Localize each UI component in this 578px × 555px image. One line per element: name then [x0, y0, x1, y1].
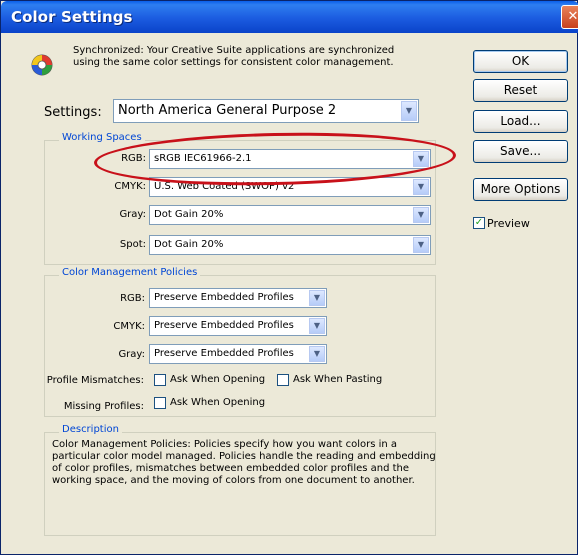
chevron-down-icon[interactable]: ▼ — [413, 207, 429, 223]
chevron-down-icon[interactable]: ▼ — [309, 346, 325, 362]
cmyk-workspace-value: U.S. Web Coated (SWOP) v2 — [154, 181, 295, 192]
gray-policy-label: Gray: — [118, 349, 145, 360]
title-bar[interactable]: Color Settings ✕ — [1, 1, 578, 33]
rgb-policy-value: Preserve Embedded Profiles — [154, 292, 294, 303]
preview-checkbox[interactable]: ✓ — [473, 217, 485, 229]
spot-workspace-label: Spot: — [119, 239, 146, 250]
rgb-policy-label: RGB: — [120, 293, 145, 304]
window-title: Color Settings — [11, 8, 133, 26]
chevron-down-icon[interactable]: ▼ — [309, 318, 325, 334]
working-spaces-legend: Working Spaces — [59, 132, 145, 143]
close-icon[interactable]: ✕ — [561, 5, 578, 29]
sync-status-icon — [31, 54, 53, 76]
rgb-workspace-select[interactable]: sRGB IEC61966-2.1 ▼ — [149, 149, 431, 169]
color-settings-dialog: Color Settings ✕ Synchronized: Your Crea… — [0, 0, 578, 555]
rgb-workspace-label: RGB: — [121, 153, 146, 164]
settings-value: North America General Purpose 2 — [118, 103, 337, 118]
cmyk-workspace-select[interactable]: U.S. Web Coated (SWOP) v2 ▼ — [149, 177, 431, 197]
settings-label: Settings: — [44, 105, 102, 120]
chevron-down-icon[interactable]: ▼ — [401, 101, 417, 121]
policies-legend: Color Management Policies — [59, 267, 201, 278]
gray-workspace-value: Dot Gain 20% — [154, 209, 224, 220]
cmyk-policy-label: CMYK: — [113, 321, 145, 332]
spot-workspace-value: Dot Gain 20% — [154, 239, 224, 250]
ask-when-opening-mismatch-label[interactable]: Ask When Opening — [170, 374, 265, 385]
gray-policy-value: Preserve Embedded Profiles — [154, 348, 294, 359]
gray-workspace-select[interactable]: Dot Gain 20% ▼ — [149, 205, 431, 225]
ask-when-opening-missing-label[interactable]: Ask When Opening — [170, 397, 265, 408]
preview-label[interactable]: Preview — [487, 217, 530, 230]
settings-select[interactable]: North America General Purpose 2 ▼ — [113, 99, 419, 123]
reset-button[interactable]: Reset — [473, 79, 568, 102]
more-options-button[interactable]: More Options — [473, 178, 568, 201]
ok-button[interactable]: OK — [473, 50, 568, 73]
missing-profiles-label: Missing Profiles: — [63, 401, 144, 412]
ask-when-pasting-label[interactable]: Ask When Pasting — [293, 374, 382, 385]
ask-when-pasting-checkbox[interactable] — [277, 374, 289, 386]
chevron-down-icon[interactable]: ▼ — [413, 237, 429, 253]
load-button[interactable]: Load... — [473, 110, 568, 133]
description-legend: Description — [59, 424, 122, 435]
chevron-down-icon[interactable]: ▼ — [309, 290, 325, 306]
chevron-down-icon[interactable]: ▼ — [413, 179, 429, 195]
ask-when-opening-missing-checkbox[interactable] — [154, 397, 166, 409]
chevron-down-icon[interactable]: ▼ — [413, 151, 429, 167]
profile-mismatches-label: Profile Mismatches: — [46, 375, 144, 386]
save-button[interactable]: Save... — [473, 140, 568, 163]
spot-workspace-select[interactable]: Dot Gain 20% ▼ — [149, 235, 431, 255]
cmyk-workspace-label: CMYK: — [114, 181, 146, 192]
description-text: Color Management Policies: Policies spec… — [52, 439, 436, 486]
gray-policy-select[interactable]: Preserve Embedded Profiles ▼ — [149, 344, 327, 364]
rgb-policy-select[interactable]: Preserve Embedded Profiles ▼ — [149, 288, 327, 308]
cmyk-policy-select[interactable]: Preserve Embedded Profiles ▼ — [149, 316, 327, 336]
cmyk-policy-value: Preserve Embedded Profiles — [154, 320, 294, 331]
gray-workspace-label: Gray: — [119, 209, 146, 220]
ask-when-opening-mismatch-checkbox[interactable] — [154, 374, 166, 386]
sync-message: Synchronized: Your Creative Suite applic… — [73, 45, 395, 68]
rgb-workspace-value: sRGB IEC61966-2.1 — [154, 153, 252, 164]
